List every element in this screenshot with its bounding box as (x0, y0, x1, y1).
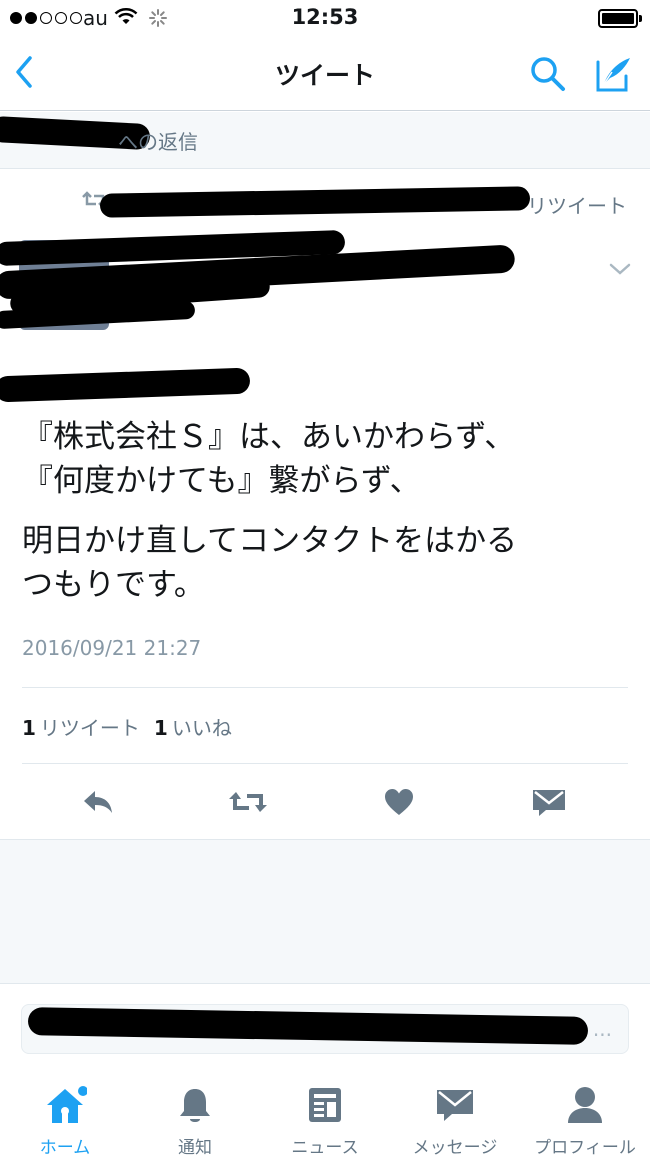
compose-icon[interactable] (590, 52, 634, 96)
tab-profile-label: プロフィール (534, 1138, 636, 1156)
tab-profile[interactable]: プロフィール (520, 1083, 650, 1156)
profile-icon (568, 1087, 602, 1123)
retweeted-by-label: リツイート (527, 194, 627, 218)
tab-notifications[interactable]: 通知 (130, 1083, 260, 1156)
tab-home[interactable]: ホーム (0, 1083, 130, 1156)
message-icon (437, 1090, 473, 1121)
like-stat-label: いいね (171, 716, 232, 740)
tab-messages-label: メッセージ (412, 1138, 498, 1156)
reply-context-label: への返信 (118, 130, 198, 154)
status-bar: au 12:53 (0, 0, 650, 38)
empty-replies-area (0, 839, 650, 984)
like-count: 1 (153, 716, 168, 740)
redacted-mention (0, 367, 251, 403)
tweet-paragraph: 『株式会社Ｓ』は、あいかわらず、 『何度かけても』繋がらず、 (22, 419, 516, 499)
tab-home-label: ホーム (39, 1138, 91, 1156)
tweet-timestamp: 2016/09/21 21:27 (22, 636, 202, 660)
status-time: 12:53 (291, 5, 359, 29)
retweet-count: 1 (22, 716, 36, 740)
tweet-actions (0, 780, 650, 824)
reply-icon (84, 791, 112, 813)
chevron-down-icon[interactable] (608, 262, 632, 276)
divider (22, 763, 628, 764)
like-stat[interactable]: 1 いいね (154, 712, 232, 741)
heart-icon (385, 789, 413, 815)
tab-messages[interactable]: メッセージ (390, 1083, 520, 1156)
like-button[interactable] (377, 780, 421, 824)
tab-bar: ホーム 通知 ニュース メッセージ プロフィール (0, 1073, 650, 1156)
retweet-stat[interactable]: 1 リツイート (22, 712, 140, 741)
retweet-icon (229, 792, 267, 812)
tweet-paragraph: 明日かけ直してコンタクトをはかる つもりです。 (22, 523, 518, 603)
tweet-stats: 1 リツイート 1 いいね (22, 712, 232, 741)
news-icon (309, 1088, 341, 1122)
search-icon[interactable] (528, 54, 568, 94)
tweet-text: 『株式会社Ｓ』は、あいかわらず、 『何度かけても』繋がらず、 明日かけ直してコン… (22, 415, 622, 623)
reply-context-bar[interactable]: への返信 (0, 112, 650, 169)
envelope-icon (533, 790, 565, 816)
tab-news-label: ニュース (291, 1138, 359, 1156)
battery-icon (598, 9, 642, 28)
tab-news[interactable]: ニュース (260, 1083, 390, 1156)
divider (22, 687, 628, 688)
nav-bar: ツイート (0, 38, 650, 111)
tab-notifications-label: 通知 (178, 1138, 212, 1156)
bell-icon (180, 1089, 210, 1122)
retweet-button[interactable] (226, 780, 270, 824)
reply-button[interactable] (76, 780, 120, 824)
direct-message-button[interactable] (527, 780, 571, 824)
retweet-stat-label: リツイート (39, 716, 140, 740)
home-icon (47, 1086, 87, 1123)
